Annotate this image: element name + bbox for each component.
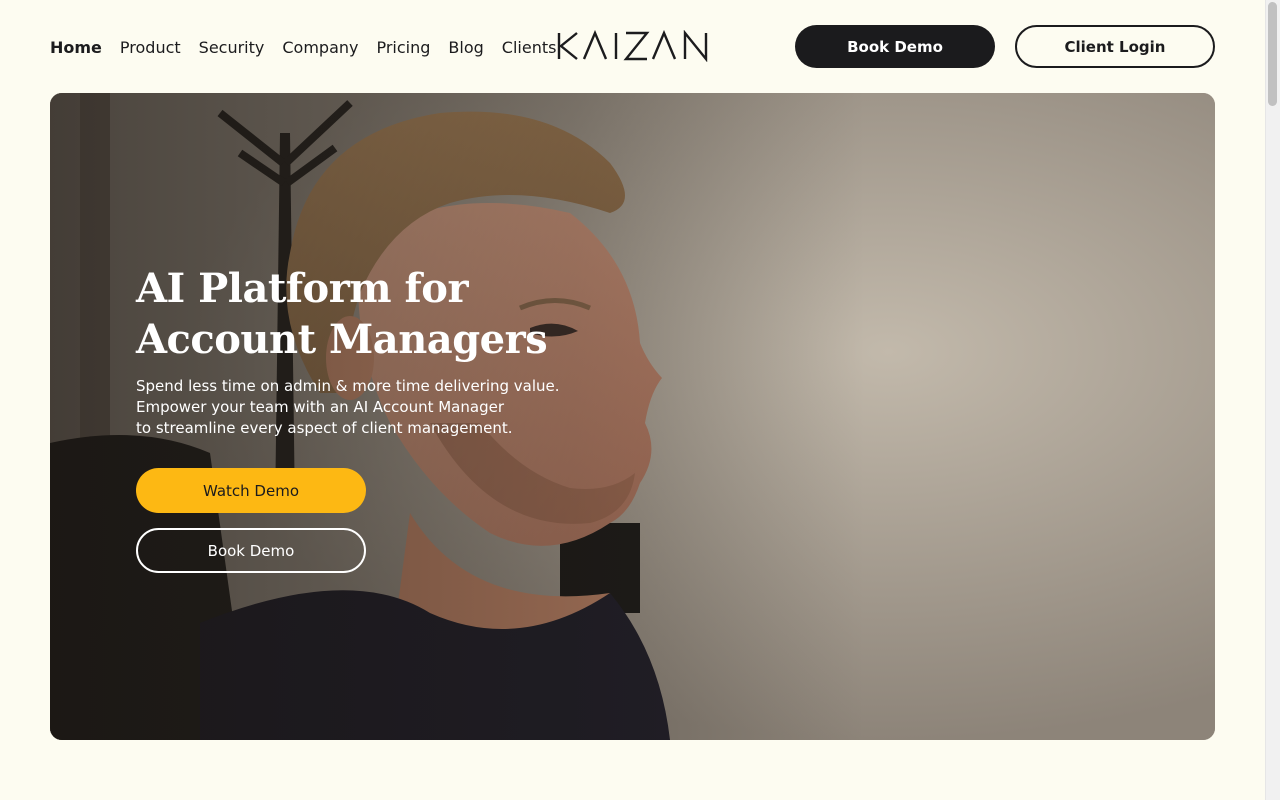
hero-title-line2: Account Managers [136,316,548,363]
hero-subtitle-line1: Spend less time on admin & more time del… [136,377,560,395]
hero-subtitle-line2: Empower your team with an AI Account Man… [136,398,504,416]
kaizan-logo[interactable] [556,29,710,63]
nav-pricing[interactable]: Pricing [376,38,430,57]
nav-product[interactable]: Product [120,38,181,57]
book-demo-button[interactable]: Book Demo [795,25,995,68]
page-scrollbar[interactable] [1265,0,1280,800]
kaizan-logo-mark [557,29,708,63]
main-nav: Home Product Security Company Pricing Bl… [50,33,556,61]
client-login-button[interactable]: Client Login [1015,25,1215,68]
hero-title-line1: AI Platform for [136,265,469,312]
nav-home[interactable]: Home [50,38,102,57]
nav-security[interactable]: Security [199,38,265,57]
nav-clients[interactable]: Clients [502,38,557,57]
hero-subtitle-line3: to streamline every aspect of client man… [136,419,513,437]
hero-section: AI Platform for Account Managers Spend l… [50,93,1215,740]
hero-subtitle: Spend less time on admin & more time del… [136,376,576,439]
nav-company[interactable]: Company [282,38,358,57]
hero-title: AI Platform for Account Managers [136,263,656,365]
scrollbar-thumb[interactable] [1268,2,1277,106]
watch-demo-button[interactable]: Watch Demo [136,468,366,513]
nav-blog[interactable]: Blog [448,38,483,57]
hero-book-demo-button[interactable]: Book Demo [136,528,366,573]
